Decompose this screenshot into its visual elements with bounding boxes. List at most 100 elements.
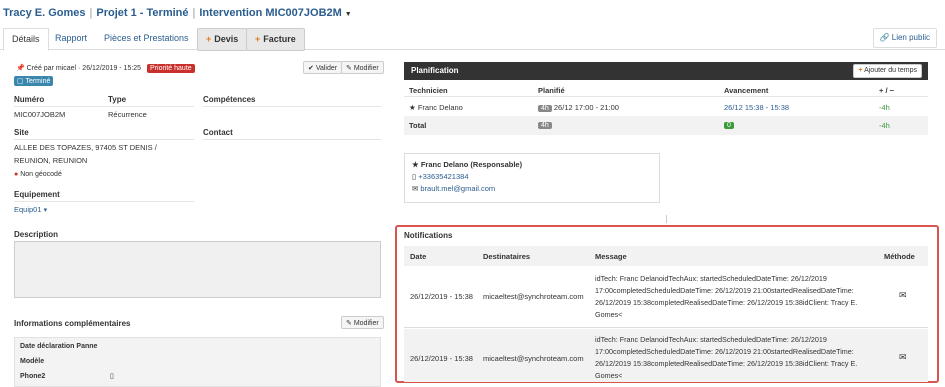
tab-bar: Détails Rapport Pièces et Prestations + D…	[0, 26, 945, 51]
tech-card-phone: ▯ +33635421384	[412, 171, 652, 183]
duration-badge: 4h	[538, 105, 552, 112]
equipement-link[interactable]: Equip01 ▾	[14, 203, 47, 217]
map-marker-icon: ●	[14, 171, 19, 178]
email-link[interactable]: brault.mel@gmail.com	[420, 184, 495, 193]
message-line: Gomes<	[595, 310, 623, 319]
total-count: 0	[724, 120, 734, 129]
plus-icon: +	[858, 67, 863, 74]
site-line2: REUNION, REUNION	[14, 156, 88, 165]
status-text: Terminé	[25, 78, 51, 85]
phone2-label: Phone2	[20, 373, 46, 380]
phone-link[interactable]: +33635421384	[418, 172, 468, 181]
col-delta: + / −	[879, 86, 895, 95]
notif-message: idTech: Franc DelanoidTechAux: startedSc…	[595, 334, 880, 382]
tab-pieces[interactable]: Pièces et Prestations	[96, 28, 197, 51]
breadcrumb: Tracy E. Gomes | Projet 1 - Terminé | Interv…	[3, 7, 352, 19]
col-technicien: Technicien	[409, 86, 448, 95]
divider	[203, 106, 381, 107]
priority-badge: Priorité haute	[147, 64, 195, 73]
description-label: Description	[14, 230, 59, 239]
message-line: 26/12/2019 15:38completedRealisedDateTim…	[595, 359, 858, 368]
planned-cell: 4h 26/12 17:00 - 21:00	[538, 101, 619, 115]
modifier-button[interactable]: ✎ Modifier	[341, 61, 384, 74]
col-date: Date	[410, 252, 427, 261]
total-count-badge: 0	[724, 122, 734, 129]
plus-icon: +	[255, 34, 261, 44]
envelope-icon: ✉	[899, 290, 907, 300]
lien-public-label: Lien public	[891, 33, 930, 42]
divider	[203, 139, 381, 140]
notif-message: idTech: Franc DelanoidTechAux: startedSc…	[595, 273, 880, 321]
col-planifie: Planifié	[538, 86, 565, 95]
tab-devis-label: Devis	[214, 34, 239, 44]
ajouter-temps-button[interactable]: + Ajouter du temps	[853, 64, 922, 78]
total-label: Total	[409, 121, 427, 130]
total-row	[404, 116, 928, 135]
numero-value: MIC007JOB2M	[14, 110, 66, 119]
message-line: Gomes<	[595, 371, 623, 380]
divider	[14, 201, 194, 202]
planned-text: 26/12 17:00 - 21:00	[553, 103, 619, 112]
info-modifier-label: Modifier	[353, 320, 379, 327]
intervention-title[interactable]: Intervention MIC007JOB2M	[199, 7, 341, 19]
col-methode: Méthode	[884, 252, 915, 261]
notif-date: 26/12/2019 - 15:38	[410, 354, 473, 363]
divider	[14, 106, 194, 107]
envelope-icon: ✉	[412, 184, 419, 193]
pencil-icon: ✎	[346, 320, 352, 327]
total-duration: 4h	[538, 120, 552, 129]
tab-devis[interactable]: + Devis	[197, 28, 248, 51]
col-message: Message	[595, 252, 627, 261]
message-line: 17:00completedScheduledDateTime: 26/12/2…	[595, 286, 854, 295]
notif-dest: micaeltest@synchroteam.com	[483, 292, 584, 301]
tech-card-email: ✉ brault.mel@gmail.com	[412, 183, 652, 195]
modele-label: Modèle	[20, 358, 45, 365]
date-panne-label: Date déclaration Panne	[20, 343, 98, 350]
modifier-label: Modifier	[353, 65, 379, 72]
lien-public-button[interactable]: 🔗 Lien public	[872, 28, 937, 48]
col-destinataires: Destinataires	[483, 252, 531, 261]
divider	[14, 139, 194, 140]
tab-rapport[interactable]: Rapport	[47, 28, 95, 51]
plus-icon: +	[206, 34, 212, 44]
competences-label: Compétences	[203, 95, 256, 104]
total-delta: -4h	[879, 121, 890, 130]
info-modifier-button[interactable]: ✎ Modifier	[341, 316, 384, 329]
type-value: Récurrence	[108, 110, 147, 119]
tech-card-name-text: Franc Delano (Responsable)	[420, 160, 523, 169]
notif-date: 26/12/2019 - 15:38	[410, 292, 473, 301]
description-textarea[interactable]	[14, 241, 381, 298]
tab-facture-label: Facture	[263, 34, 296, 44]
pin-icon: 📌	[16, 65, 25, 72]
status-badge: ▢ Terminé	[14, 76, 54, 86]
site-label: Site	[14, 128, 29, 137]
col-avancement: Avancement	[724, 86, 769, 95]
star-icon: ★	[409, 103, 416, 112]
chevron-down-icon[interactable]: ▼	[345, 11, 352, 18]
link-icon: 🔗	[879, 33, 890, 42]
message-line: 26/12/2019 15:38completedRealisedDateTim…	[595, 298, 858, 307]
message-line: idTech: Franc DelanoidTechAux: startedSc…	[595, 335, 827, 344]
mobile-icon: ▯	[412, 172, 417, 181]
star-icon: ★	[412, 160, 419, 169]
geocode-status: ● Non géocodé	[14, 171, 62, 178]
tab-details[interactable]: Détails	[3, 28, 49, 51]
equipement-value: Equip01	[14, 205, 42, 214]
tech-name-text: Franc Delano	[417, 103, 463, 112]
equipement-label: Equipement	[14, 190, 60, 199]
divider	[404, 96, 928, 97]
message-line: 17:00completedScheduledDateTime: 26/12/2…	[595, 347, 854, 356]
type-label: Type	[108, 95, 127, 104]
envelope-icon: ✉	[899, 352, 907, 362]
progress-link[interactable]: 26/12 15:38 - 15:38	[724, 101, 789, 114]
client-link[interactable]: Tracy E. Gomes	[3, 7, 86, 19]
created-text: Créé par micael · 26/12/2019 - 15:25	[26, 65, 142, 72]
notif-dest: micaeltest@synchroteam.com	[483, 354, 584, 363]
project-link[interactable]: Projet 1 - Terminé	[96, 7, 188, 19]
total-duration-badge: 4h	[538, 122, 552, 129]
valider-button[interactable]: ✔ Valider	[303, 61, 343, 74]
geocode-text: Non géocodé	[20, 171, 62, 178]
tab-facture[interactable]: + Facture	[246, 28, 305, 51]
tech-card-name: ★ Franc Delano (Responsable)	[412, 159, 652, 171]
tech-card: ★ Franc Delano (Responsable) ▯ +33635421…	[404, 153, 660, 203]
